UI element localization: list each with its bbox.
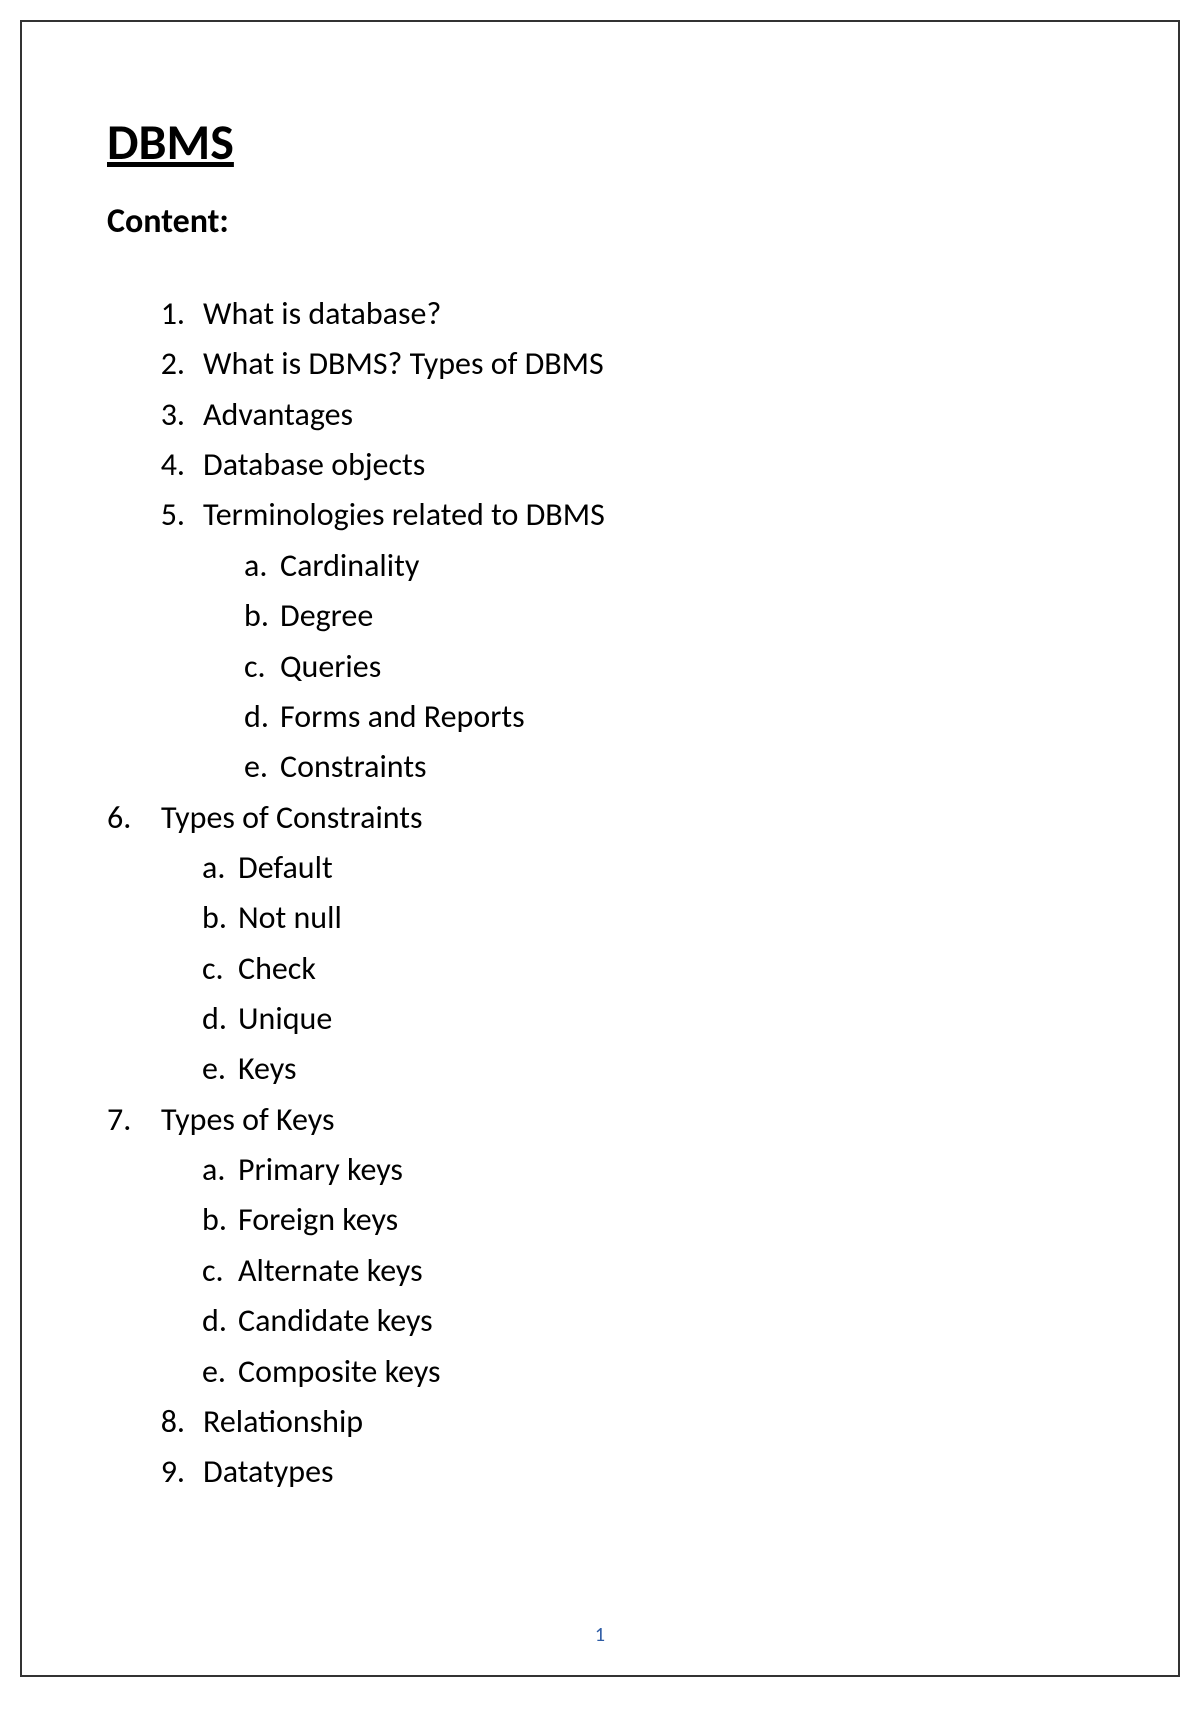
toc-subletter: e. [202,1348,238,1395]
toc-subletter: a. [202,1146,238,1193]
toc-subitem: b. Foreign keys [202,1196,1108,1243]
toc-text: Types of Constraints [161,794,423,841]
toc-text: Relationship [203,1398,363,1445]
toc-subtext: Queries [280,643,381,690]
toc-number: 2. [149,340,203,387]
toc-number: 8. [149,1398,203,1445]
toc-item: 2. What is DBMS? Types of DBMS [149,340,1108,387]
toc-item: 9. Datatypes [149,1448,1108,1495]
toc-subitem: d. Candidate keys [202,1297,1108,1344]
toc-text: Types of Keys [161,1096,334,1143]
toc-subitem: d. Forms and Reports [244,693,1108,740]
toc-subitem: c. Queries [244,643,1108,690]
toc-subletter: c. [244,643,280,690]
toc-text: Database objects [203,441,425,488]
toc-sublist: a. Primary keys b. Foreign keys c. Alter… [149,1146,1108,1395]
toc-subletter: b. [202,1196,238,1243]
toc-subletter: e. [244,743,280,790]
toc-text: What is DBMS? Types of DBMS [203,340,604,387]
toc-subletter: a. [244,542,280,589]
toc-item: 7. Types of Keys [107,1096,1108,1143]
toc-sublist: a. Default b. Not null c. Check d. Uniqu… [149,844,1108,1093]
toc-number: 1. [149,290,203,337]
toc-subitem: e. Keys [202,1045,1108,1092]
toc-subtext: Alternate keys [238,1247,423,1294]
toc-item: 6. Types of Constraints [107,794,1108,841]
table-of-contents: 1. What is database? 2. What is DBMS? Ty… [107,290,1108,1496]
toc-subitem: c. Alternate keys [202,1247,1108,1294]
toc-subtext: Default [238,844,333,891]
toc-subtext: Foreign keys [238,1196,398,1243]
toc-number: 3. [149,391,203,438]
toc-subletter: d. [244,693,280,740]
toc-subtext: Candidate keys [238,1297,433,1344]
toc-text: Terminologies related to DBMS [203,491,605,538]
toc-subletter: e. [202,1045,238,1092]
toc-subtext: Constraints [280,743,427,790]
toc-number: 7. [107,1096,161,1143]
document-title: DBMS [107,112,1108,173]
toc-subletter: a. [202,844,238,891]
toc-number: 6. [107,794,161,841]
toc-text: Advantages [203,391,353,438]
toc-subitem: e. Constraints [244,743,1108,790]
toc-subitem: a. Cardinality [244,542,1108,589]
toc-subtext: Not null [238,894,342,941]
toc-subitem: d. Unique [202,995,1108,1042]
content-heading: Content: [107,201,1108,242]
toc-subitem: b. Degree [244,592,1108,639]
toc-sublist: a. Cardinality b. Degree c. Queries d. F… [149,542,1108,791]
toc-subletter: b. [202,894,238,941]
toc-subtext: Degree [280,592,373,639]
toc-text: Datatypes [203,1448,334,1495]
toc-item: 4. Database objects [149,441,1108,488]
toc-subletter: d. [202,1297,238,1344]
toc-subletter: b. [244,592,280,639]
toc-item: 1. What is database? [149,290,1108,337]
document-page: DBMS Content: 1. What is database? 2. Wh… [20,20,1180,1677]
toc-subitem: c. Check [202,945,1108,992]
toc-subitem: a. Default [202,844,1108,891]
toc-subtext: Forms and Reports [280,693,525,740]
toc-text: What is database? [203,290,441,337]
toc-subtext: Primary keys [238,1146,403,1193]
toc-item: 5. Terminologies related to DBMS [149,491,1108,538]
toc-subtext: Cardinality [280,542,419,589]
toc-subletter: c. [202,1247,238,1294]
toc-subtext: Keys [238,1045,296,1092]
toc-subletter: c. [202,945,238,992]
toc-number: 4. [149,441,203,488]
toc-item: 8. Relationship [149,1398,1108,1445]
toc-number: 5. [149,491,203,538]
toc-subtext: Check [238,945,316,992]
toc-subletter: d. [202,995,238,1042]
toc-item: 3. Advantages [149,391,1108,438]
toc-subitem: b. Not null [202,894,1108,941]
toc-subtext: Unique [238,995,332,1042]
toc-subtext: Composite keys [238,1348,441,1395]
toc-subitem: e. Composite keys [202,1348,1108,1395]
toc-subitem: a. Primary keys [202,1146,1108,1193]
toc-number: 9. [149,1448,203,1495]
page-number: 1 [595,1623,605,1647]
